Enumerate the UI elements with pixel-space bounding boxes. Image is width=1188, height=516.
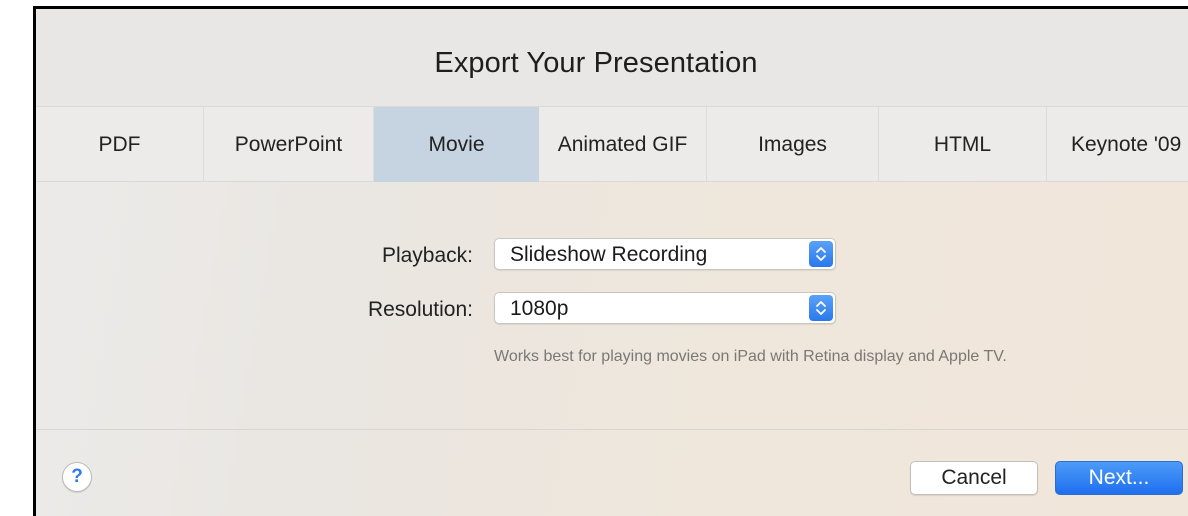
export-dialog: Export Your Presentation PDF PowerPoint … (33, 6, 1188, 516)
playback-label: Playback: (381, 244, 473, 267)
tab-html[interactable]: HTML (879, 107, 1047, 182)
help-button[interactable]: ? (62, 462, 92, 492)
dialog-titlebar: Export Your Presentation (36, 9, 1188, 106)
tab-keynote-09[interactable]: Keynote '09 (1047, 107, 1188, 182)
cancel-button[interactable]: Cancel (910, 461, 1038, 495)
playback-select[interactable]: Slideshow Recording (494, 238, 836, 270)
dialog-title: Export Your Presentation (434, 47, 758, 79)
resolution-row: Resolution: 1080p (36, 292, 1188, 330)
resolution-value: 1080p (510, 297, 569, 320)
playback-row: Playback: Slideshow Recording (36, 238, 1188, 276)
resolution-label: Resolution: (367, 298, 473, 321)
tab-powerpoint[interactable]: PowerPoint (204, 107, 374, 182)
tab-images[interactable]: Images (707, 107, 879, 182)
tab-pdf[interactable]: PDF (36, 107, 204, 182)
format-tabs: PDF PowerPoint Movie Animated GIF Images… (36, 106, 1188, 182)
tab-animated-gif[interactable]: Animated GIF (539, 107, 707, 182)
next-button[interactable]: Next... (1055, 461, 1183, 495)
question-mark-icon: ? (71, 466, 83, 487)
tab-movie[interactable]: Movie (374, 107, 539, 182)
resolution-help-text: Works best for playing movies on iPad wi… (494, 348, 1007, 365)
up-down-chevron-icon (809, 241, 833, 267)
resolution-select[interactable]: 1080p (494, 292, 836, 324)
footer-divider (36, 429, 1188, 430)
playback-value: Slideshow Recording (510, 243, 708, 266)
up-down-chevron-icon (809, 295, 833, 321)
